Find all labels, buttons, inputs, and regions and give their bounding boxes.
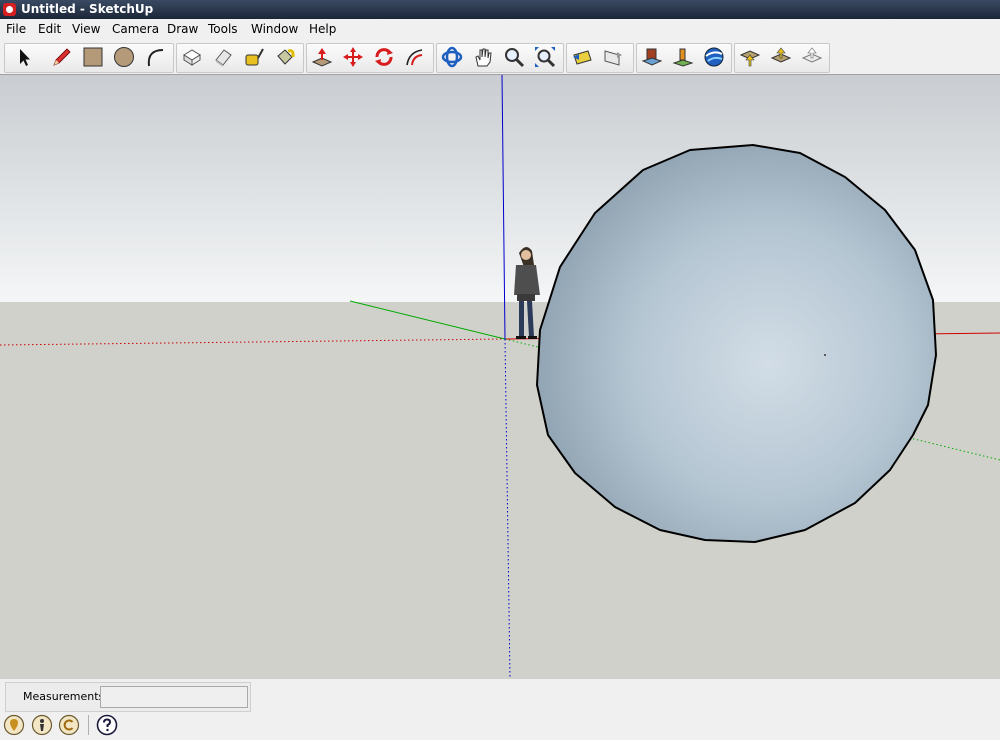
menu-tools[interactable]: Tools bbox=[208, 22, 238, 36]
menu-view[interactable]: View bbox=[72, 22, 100, 36]
pan-hand-icon[interactable] bbox=[469, 43, 496, 71]
menu-file[interactable]: File bbox=[6, 22, 26, 36]
model-viewport[interactable] bbox=[0, 75, 1000, 678]
place-model-icon[interactable] bbox=[669, 43, 696, 71]
eraser-icon[interactable] bbox=[209, 43, 236, 71]
menu-help[interactable]: Help bbox=[309, 22, 336, 36]
sphere-center-point bbox=[824, 354, 826, 356]
offset-icon[interactable] bbox=[401, 43, 428, 71]
measurements-box: Measurements bbox=[5, 682, 251, 712]
geolocation-icon[interactable] bbox=[3, 714, 25, 736]
copyright-icon[interactable] bbox=[58, 714, 80, 736]
menu-bar: File Edit View Camera Draw Tools Window … bbox=[0, 19, 1000, 41]
select-arrow-icon[interactable] bbox=[10, 43, 37, 71]
menu-camera[interactable]: Camera bbox=[112, 22, 159, 36]
tape-measure-icon[interactable] bbox=[240, 43, 267, 71]
menu-window[interactable]: Window bbox=[251, 22, 298, 36]
status-separator bbox=[88, 715, 89, 735]
move-icon[interactable] bbox=[339, 43, 366, 71]
zoom-extents-icon[interactable] bbox=[531, 43, 558, 71]
status-bar: Measurements bbox=[0, 678, 1000, 740]
rectangle-icon[interactable] bbox=[79, 43, 106, 71]
menu-edit[interactable]: Edit bbox=[38, 22, 61, 36]
menu-draw[interactable]: Draw bbox=[167, 22, 198, 36]
next-view-icon[interactable] bbox=[599, 43, 626, 71]
measurements-input[interactable] bbox=[100, 686, 248, 708]
pencil-line-icon[interactable] bbox=[48, 43, 75, 71]
share-model-icon[interactable] bbox=[798, 43, 825, 71]
help-icon[interactable] bbox=[96, 714, 118, 736]
scene-canvas bbox=[0, 75, 1000, 678]
arc-icon[interactable] bbox=[141, 43, 168, 71]
credits-icon[interactable] bbox=[31, 714, 53, 736]
google-earth-icon[interactable] bbox=[700, 43, 727, 71]
rotate-icon[interactable] bbox=[370, 43, 397, 71]
title-bar: Untitled - SketchUp bbox=[0, 0, 1000, 19]
toggle-terrain-icon[interactable] bbox=[767, 43, 794, 71]
window-title: Untitled - SketchUp bbox=[21, 2, 154, 16]
paint-bucket-icon[interactable] bbox=[271, 43, 298, 71]
previous-view-icon[interactable] bbox=[568, 43, 595, 71]
make-component-icon[interactable] bbox=[178, 43, 205, 71]
orbit-icon[interactable] bbox=[438, 43, 465, 71]
push-pull-icon[interactable] bbox=[308, 43, 335, 71]
get-models-icon[interactable] bbox=[638, 43, 665, 71]
sketchup-app-icon bbox=[3, 3, 16, 16]
zoom-icon[interactable] bbox=[500, 43, 527, 71]
circle-icon[interactable] bbox=[110, 43, 137, 71]
get-current-view-icon[interactable] bbox=[736, 43, 763, 71]
toolbar bbox=[0, 40, 1000, 75]
measurements-label: Measurements bbox=[23, 690, 105, 703]
